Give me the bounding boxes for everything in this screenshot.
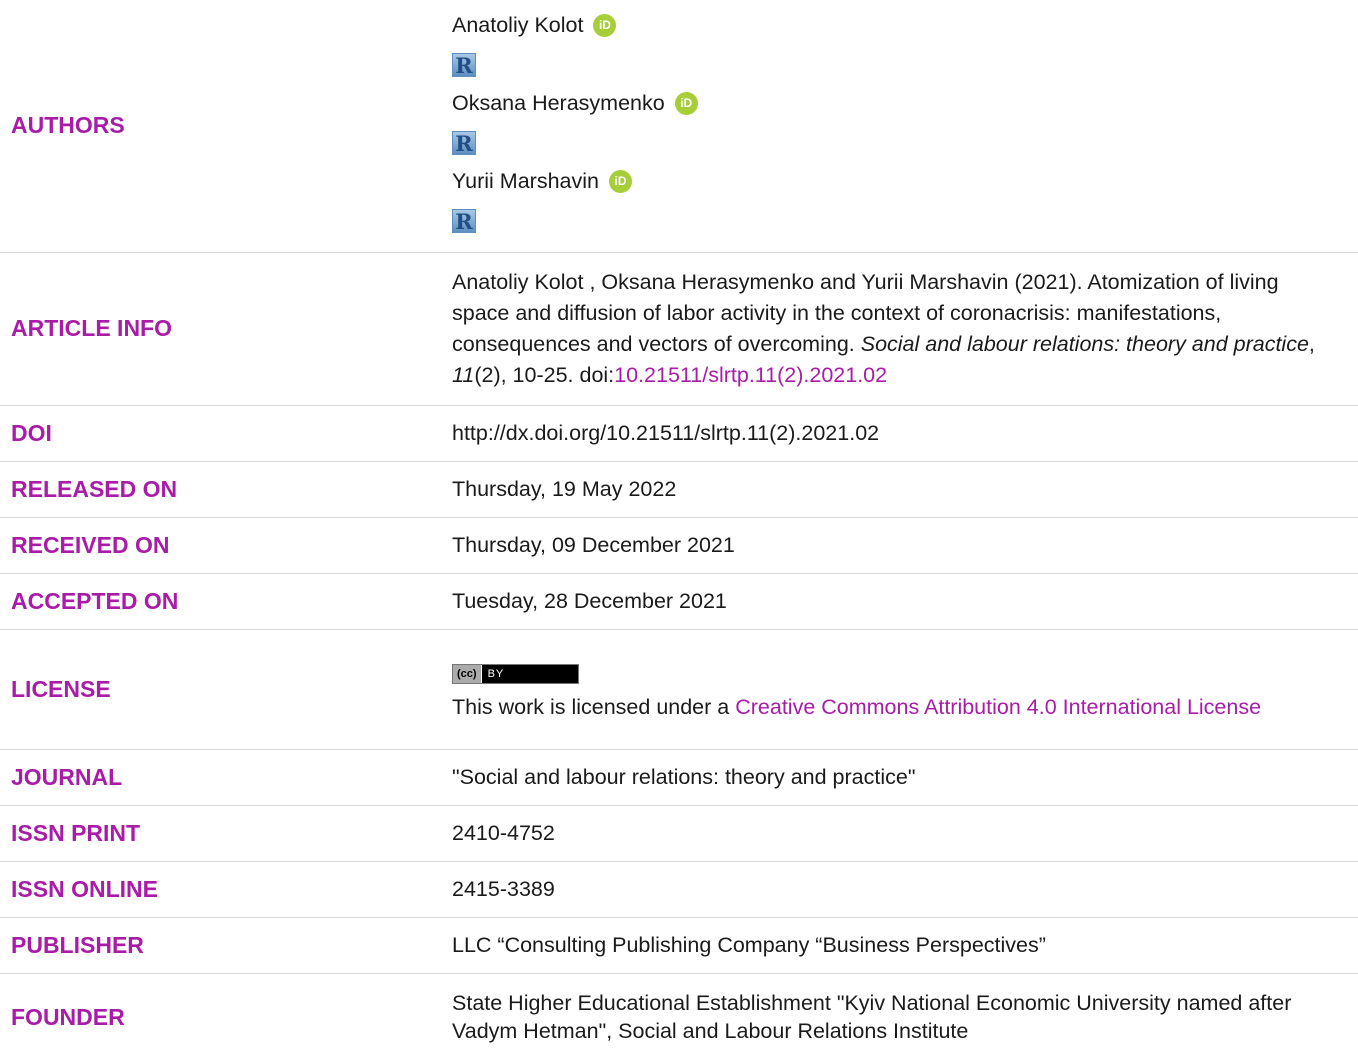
author-name[interactable]: Anatoliy Kolot [452,10,583,41]
doi-label: DOI [0,405,452,462]
license-label: LICENSE [0,629,452,750]
orcid-icon[interactable]: iD [608,170,632,193]
license-prefix: This work is licensed under a [452,695,736,720]
journal-label: JOURNAL [0,749,452,806]
orcid-icon[interactable]: iD [593,14,617,37]
citation: Anatoliy Kolot , Oksana Herasymenko and … [452,252,1358,406]
row-authors: AUTHORS Anatoliy Kolot iD R Oksana Heras… [0,0,1358,253]
row-issn-print: ISSN PRINT 2410-4752 [0,805,1358,862]
journal-value: "Social and labour relations: theory and… [452,749,1358,806]
researcherid-icon[interactable]: R [452,208,476,233]
cc-by-badge-icon[interactable]: (cc) BY [452,664,579,685]
issn-print-value: 2410-4752 [452,805,1358,862]
orcid-icon[interactable]: iD [674,92,698,115]
received-value: Thursday, 09 December 2021 [452,517,1358,574]
accepted-value: Tuesday, 28 December 2021 [452,573,1358,630]
publisher-label: PUBLISHER [0,917,452,974]
issn-online-value: 2415-3389 [452,861,1358,918]
author-name[interactable]: Oksana Herasymenko [452,88,665,119]
citation-sep: , [1308,331,1315,356]
released-value: Thursday, 19 May 2022 [452,461,1358,518]
citation-issue-pages: (2), 10-25. doi: [474,362,615,387]
row-publisher: PUBLISHER LLC “Consulting Publishing Com… [0,917,1358,974]
doi-value: http://dx.doi.org/10.21511/slrtp.11(2).2… [452,405,1358,462]
row-doi: DOI http://dx.doi.org/10.21511/slrtp.11(… [0,405,1358,462]
license-text: This work is licensed under a Creative C… [452,692,1328,723]
received-label: RECEIVED ON [0,517,452,574]
row-issn-online: ISSN ONLINE 2415-3389 [0,861,1358,918]
author-name[interactable]: Yurii Marshavin [452,166,599,197]
row-released: RELEASED ON Thursday, 19 May 2022 [0,461,1358,518]
article-info-label: ARTICLE INFO [0,252,452,406]
founder-value: State Higher Educational Establishment "… [452,991,1292,1044]
researcherid-icon[interactable]: R [452,52,476,77]
by-badge-text: BY [487,667,505,680]
founder-label: FOUNDER [11,1003,125,1030]
row-journal: JOURNAL "Social and labour relations: th… [0,749,1358,806]
citation-volume: 11 [452,362,475,387]
article-metadata-table: AUTHORS Anatoliy Kolot iD R Oksana Heras… [0,0,1358,1061]
citation-doi-link[interactable]: 10.21511/slrtp.11(2).2021.02 [614,363,887,387]
row-accepted: ACCEPTED ON Tuesday, 28 December 2021 [0,573,1358,630]
issn-online-label: ISSN ONLINE [0,861,452,918]
row-license: LICENSE (cc) BY This work is licensed un… [0,629,1358,750]
license-link[interactable]: Creative Commons Attribution 4.0 Interna… [735,695,1261,719]
row-received: RECEIVED ON Thursday, 09 December 2021 [0,517,1358,574]
released-label: RELEASED ON [0,461,452,518]
authors-list: Anatoliy Kolot iD R Oksana Herasymenko i… [452,0,1358,253]
issn-print-label: ISSN PRINT [0,805,452,862]
authors-label: AUTHORS [0,0,452,253]
researcherid-icon[interactable]: R [452,130,476,155]
citation-journal: Social and labour relations: theory and … [860,331,1309,356]
license-value: (cc) BY This work is licensed under a Cr… [452,629,1358,750]
cc-badge-text: (cc) [453,665,482,684]
row-article-info: ARTICLE INFO Anatoliy Kolot , Oksana Her… [0,252,1358,406]
row-founder: FOUNDER State Higher Educational Establi… [0,973,1358,1061]
accepted-label: ACCEPTED ON [0,573,452,630]
publisher-value: LLC “Consulting Publishing Company “Busi… [452,917,1358,974]
